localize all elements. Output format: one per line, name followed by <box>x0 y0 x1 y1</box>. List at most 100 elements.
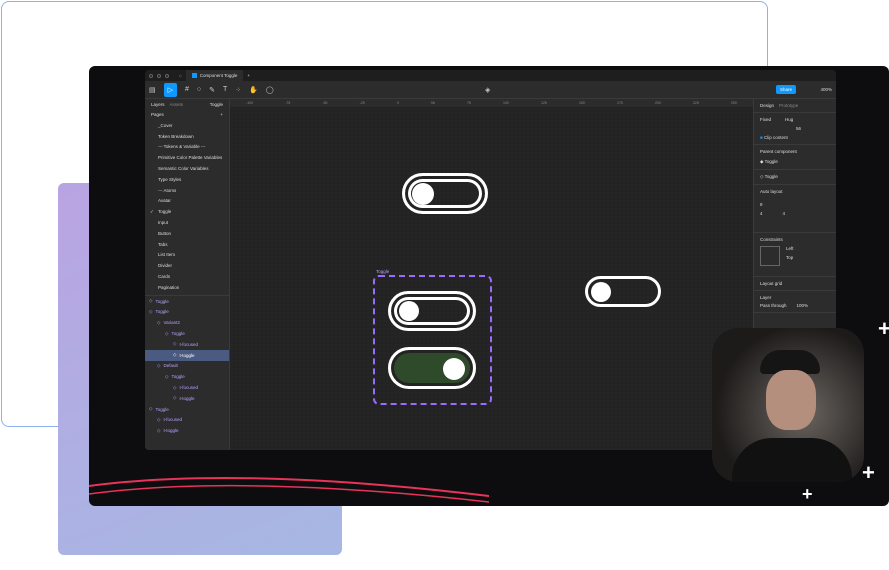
component-set-label[interactable]: Toggle <box>376 269 389 274</box>
cross-decoration: + <box>862 460 875 485</box>
component-icon[interactable]: ◈ <box>485 86 490 94</box>
move-tool-icon[interactable]: ▷ <box>163 82 178 97</box>
layer-item[interactable]: ◇ Toggle <box>145 371 229 382</box>
layer-item[interactable]: ◇ Default <box>145 361 229 372</box>
layer-icon: ◇ <box>173 395 177 401</box>
home-icon[interactable]: ⌂ <box>179 73 182 78</box>
page-label: Avatar <box>158 198 171 204</box>
layer-item[interactable]: ◇ t-toggle <box>145 425 229 436</box>
layer-item[interactable]: ◇ t-focused <box>145 382 229 393</box>
page-item[interactable]: Cards <box>145 271 229 282</box>
hand-tool-icon[interactable]: ✋ <box>249 86 258 94</box>
page-label: List Item <box>158 252 176 258</box>
page-item[interactable]: Pagination <box>145 282 229 293</box>
width-mode[interactable]: Fixed <box>760 117 771 122</box>
tab-prototype[interactable]: Prototype <box>779 103 798 108</box>
share-button[interactable]: Share <box>775 85 796 94</box>
toggle-on[interactable] <box>388 347 476 389</box>
text-tool-icon[interactable]: T <box>223 86 227 93</box>
layer-icon: ◇ <box>173 384 177 390</box>
layer-label: t-toggle <box>179 395 195 401</box>
comment-icon[interactable]: ◯ <box>266 86 274 94</box>
ruler-tick: 150 <box>578 101 585 105</box>
layer-item[interactable]: ◇ Toggle <box>145 307 229 318</box>
blend-mode[interactable]: Pass through <box>760 303 787 308</box>
tab-assets[interactable]: Assets <box>170 102 184 107</box>
layer-label: Toggle <box>155 298 169 304</box>
tab-design[interactable]: Design <box>760 103 774 108</box>
page-item[interactable]: --- Atoms <box>145 185 229 196</box>
frame-tool-icon[interactable]: # <box>185 86 189 93</box>
layout-grid-title[interactable]: Layout grid <box>754 277 836 291</box>
layer-item[interactable]: ◇ t-toggle <box>145 393 229 404</box>
tab-layers[interactable]: Layers <box>151 102 165 107</box>
layer-icon: ◇ <box>157 416 161 422</box>
layer-item[interactable]: ◇ Toggle <box>145 328 229 339</box>
page-label: Cards <box>158 274 171 280</box>
layer-item[interactable]: ◇ t-toggle <box>145 349 229 361</box>
page-label: --- Tokens & Variable --- <box>158 144 206 150</box>
page-item[interactable]: Semantic Color Variables <box>145 163 229 174</box>
toggle-variant-focused[interactable] <box>388 291 476 331</box>
opacity-input[interactable]: 100% <box>797 303 809 308</box>
page-item[interactable]: Avatar <box>145 196 229 207</box>
constraint-h[interactable]: Left <box>786 246 794 251</box>
page-item[interactable]: Type Styles <box>145 174 229 185</box>
shape-tool-icon[interactable]: ○ <box>197 86 201 93</box>
toggle-focused[interactable] <box>402 173 488 214</box>
page-label: Input <box>158 220 169 226</box>
tab-component-toggle[interactable]: Component Toggle <box>185 70 244 81</box>
page-item[interactable]: --- Tokens & Variable --- <box>145 142 229 153</box>
canvas[interactable]: -100 -75 -50 -25 0 96 75 100 125 150 175 200 225 250 … <box>230 99 753 450</box>
ruler-tick: 200 <box>654 101 661 105</box>
padding-v-input[interactable]: 4 <box>783 211 786 216</box>
layer-item[interactable]: ◇ t-focused <box>145 339 229 350</box>
page-item[interactable]: Divider <box>145 260 229 271</box>
layer-item[interactable]: ◇ Toggle <box>145 296 229 307</box>
add-page-button[interactable]: + <box>220 112 223 117</box>
height-mode[interactable]: Hug <box>785 117 793 122</box>
page-item[interactable]: _Cover <box>145 120 229 131</box>
ruler-tick: -75 <box>285 101 291 105</box>
ruler: -100 -75 -50 -25 0 96 75 100 125 150 175 200 225 250 <box>230 99 753 107</box>
new-tab-button[interactable]: + <box>247 73 250 78</box>
ruler-tick: 250 <box>730 101 737 105</box>
ruler-tick: 225 <box>692 101 699 105</box>
pen-tool-icon[interactable]: ✎ <box>209 86 215 94</box>
page-label: Token Breakdown <box>158 133 194 139</box>
page-item[interactable]: Tabs <box>145 239 229 250</box>
layer-label: t-focused <box>179 385 198 391</box>
page-item[interactable]: List Item <box>145 250 229 261</box>
layer-item[interactable]: ◇ Variant2 <box>145 317 229 328</box>
layer-label: Default <box>163 363 178 369</box>
page-item[interactable]: Primitive Color Palette Variables <box>145 152 229 163</box>
pages-title: Pages <box>151 112 164 117</box>
layer-item[interactable]: ◇ t-focused <box>145 415 229 426</box>
parent-component-link[interactable]: Toggle <box>765 159 778 164</box>
corner-radius-input[interactable]: 56 <box>796 126 830 131</box>
resources-icon[interactable]: ⁘ <box>235 86 241 94</box>
gap-input[interactable]: 8 <box>760 202 830 207</box>
clip-content-label[interactable]: Clip content <box>764 135 788 140</box>
toggle-off[interactable] <box>585 276 661 307</box>
page-label: Primitive Color Palette Variables <box>158 155 223 161</box>
zoom-dropdown[interactable]: 400% <box>820 87 832 92</box>
layer-item[interactable]: ◇ Toggle <box>145 404 229 415</box>
page-item[interactable]: ✓ Toggle <box>145 206 229 217</box>
ruler-tick: 175 <box>616 101 623 105</box>
layer-label: Toggle <box>155 406 169 412</box>
layer-icon: ◇ <box>165 330 169 336</box>
menu-icon[interactable]: ▤ <box>149 86 156 94</box>
instance-name[interactable]: Toggle <box>765 174 778 179</box>
checkbox-icon[interactable]: ■ <box>760 135 763 140</box>
padding-h-input[interactable]: 4 <box>760 211 763 216</box>
layer-label: t-focused <box>163 417 182 423</box>
page-item[interactable]: Button <box>145 228 229 239</box>
constraint-v[interactable]: Top <box>786 255 794 260</box>
page-selector[interactable]: Toggle <box>210 102 223 107</box>
layer-icon: ◇ <box>157 362 161 368</box>
page-label: Type Styles <box>158 176 182 182</box>
page-item[interactable]: Token Breakdown <box>145 131 229 142</box>
page-item[interactable]: Input <box>145 217 229 228</box>
layer-title: Layer <box>760 295 772 300</box>
